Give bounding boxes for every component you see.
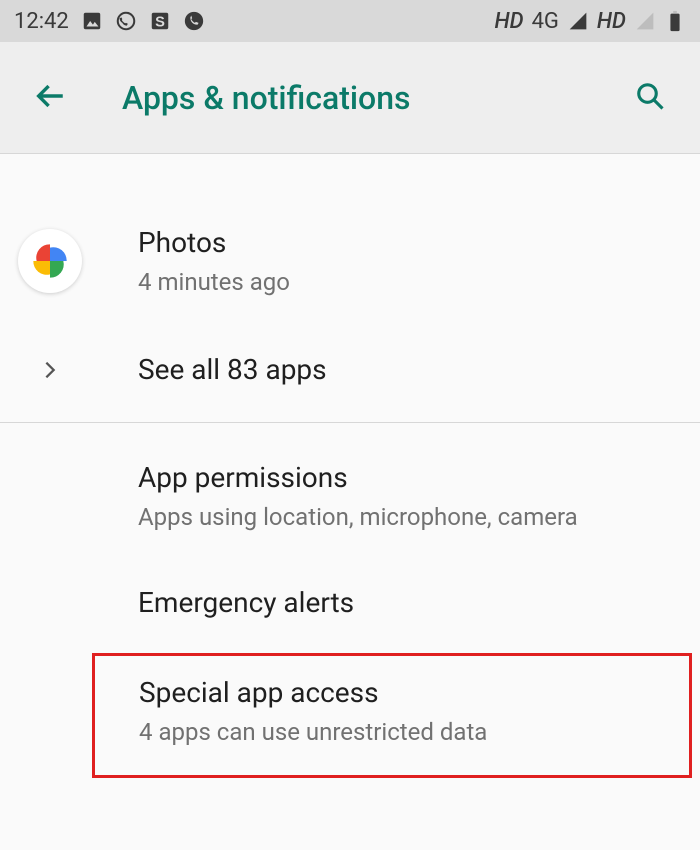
chevron-right-icon [39, 359, 61, 381]
app-row-photos[interactable]: Photos 4 minutes ago [0, 214, 700, 326]
row-title: Special app access [139, 674, 671, 712]
page-title: Apps & notifications [122, 79, 411, 117]
see-all-label: See all 83 apps [138, 351, 680, 389]
status-left: 12:42 S [14, 9, 205, 34]
emergency-alerts-row[interactable]: Emergency alerts [0, 555, 700, 651]
special-app-access-row[interactable]: Special app access 4 apps can use unrest… [92, 653, 692, 777]
back-button[interactable] [28, 76, 72, 120]
row-title: App permissions [138, 459, 680, 497]
search-icon [635, 81, 665, 115]
signal-full-icon [567, 10, 589, 32]
status-time: 12:42 [14, 9, 69, 34]
row-subtitle: Apps using location, microphone, camera [138, 501, 680, 533]
whatsapp-icon [115, 10, 137, 32]
signal-empty-icon [634, 10, 656, 32]
status-bar: 12:42 S HD 4G HD [0, 0, 700, 42]
app-s-icon: S [149, 10, 171, 32]
content: Photos 4 minutes ago See all 83 apps App… [0, 154, 700, 778]
app-permissions-row[interactable]: App permissions Apps using location, mic… [0, 423, 700, 555]
sim2-hd-label: HD [597, 9, 626, 34]
app-bar: Apps & notifications [0, 42, 700, 154]
arrow-left-icon [33, 79, 67, 117]
battery-icon [664, 10, 686, 32]
svg-text:S: S [155, 15, 165, 31]
app-row-subtitle: 4 minutes ago [138, 266, 680, 298]
app-row-title: Photos [138, 224, 680, 262]
search-button[interactable] [628, 76, 672, 120]
status-right: HD 4G HD [494, 9, 686, 34]
sim1-hd-label: HD [494, 9, 523, 34]
see-all-apps-row[interactable]: See all 83 apps [0, 326, 700, 422]
row-title: Emergency alerts [138, 584, 680, 622]
phone-icon [183, 10, 205, 32]
picture-icon [81, 10, 103, 32]
photos-app-icon [18, 229, 82, 293]
row-subtitle: 4 apps can use unrestricted data [139, 716, 671, 748]
sim1-net-type: 4G [532, 9, 559, 34]
